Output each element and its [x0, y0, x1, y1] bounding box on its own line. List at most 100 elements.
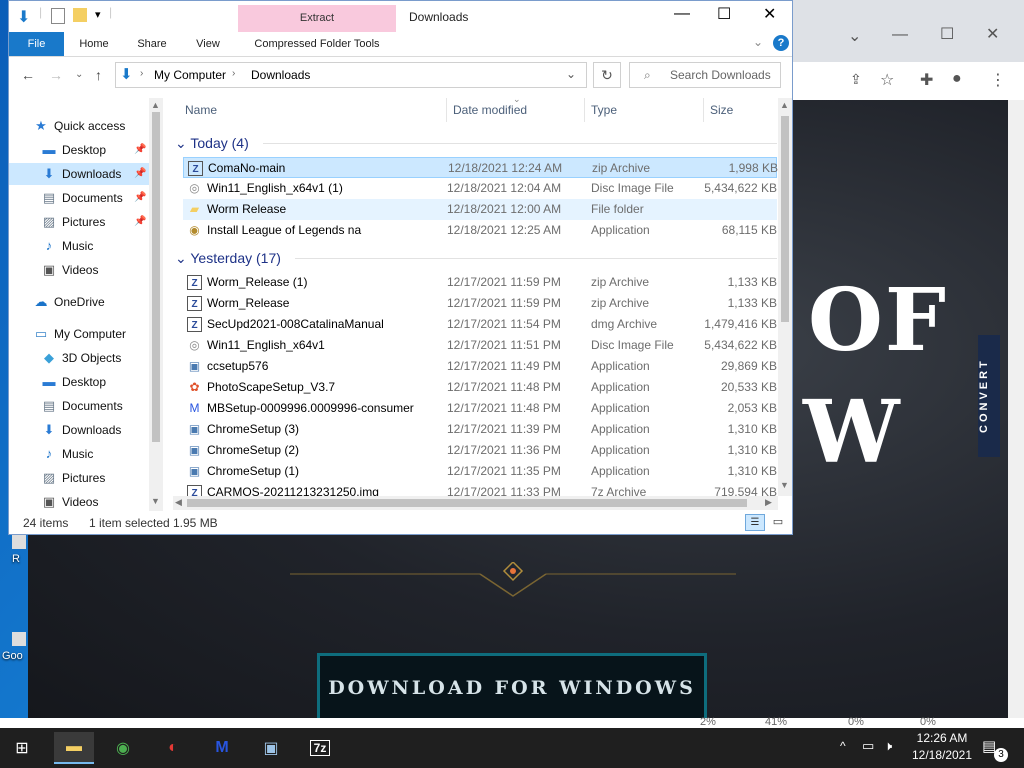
close-icon[interactable]: ✕	[763, 4, 776, 24]
file-row[interactable]: ▣ ccsetup576 12/17/2021 11:49 PM Applicatio…	[183, 356, 777, 377]
file-row[interactable]: ▣ ChromeSetup (2) 12/17/2021 11:36 PM Appli…	[183, 440, 777, 461]
file-row[interactable]: Z SecUpd2021-008CatalinaManual 12/17/2021 …	[183, 314, 777, 335]
sidebar-item-my-computer[interactable]: ▭ My Computer	[9, 323, 149, 345]
sidebar-item-pictures[interactable]: ▨ Pictures 📌	[9, 211, 149, 233]
collapse-chevron-icon[interactable]: ⌄	[175, 135, 190, 151]
file-row[interactable]: Z ComaNo-main 12/18/2021 12:24 AM zip Archi…	[183, 157, 778, 178]
scroll-up-icon[interactable]: ▲	[780, 100, 789, 110]
profile-avatar-icon[interactable]: ●	[952, 70, 962, 88]
group-header[interactable]: ⌄ Today (4)	[175, 132, 249, 154]
minimize-icon[interactable]: —	[674, 5, 690, 23]
breadcrumb-my-computer[interactable]: My Computer	[154, 68, 226, 82]
collapse-chevron-icon[interactable]: ⌄	[175, 250, 190, 266]
sidebar-item-onedrive[interactable]: ☁ OneDrive	[9, 291, 149, 313]
file-explorer-icon[interactable]: ▬	[54, 732, 94, 764]
sidebar-item-desktop[interactable]: ▬ Desktop 📌	[9, 139, 149, 161]
horizontal-scroll-thumb[interactable]	[187, 499, 747, 507]
tab-file[interactable]: File	[9, 32, 64, 56]
tab-compressed-folder-tools[interactable]: Compressed Folder Tools	[238, 32, 396, 56]
file-row[interactable]: Z CARMOS-20211213231250.img 12/17/2021 11:…	[183, 482, 777, 496]
scroll-right-icon[interactable]: ▶	[765, 497, 772, 508]
photos-icon[interactable]: ▣	[251, 732, 291, 764]
file-row[interactable]: ◎ Win11_English_x64v1 (1) 12/18/2021 12:04…	[183, 178, 777, 199]
file-list-vertical-scrollbar[interactable]: ▲ ▼	[778, 98, 792, 496]
file-list-scroll-thumb[interactable]	[781, 116, 789, 322]
ccleaner-icon[interactable]: ◐	[153, 732, 193, 764]
scroll-left-icon[interactable]: ◀	[175, 497, 182, 508]
recent-dropdown-icon[interactable]: ⌄	[75, 69, 83, 80]
back-arrow-icon[interactable]: ←	[21, 67, 35, 83]
file-row[interactable]: ◎ Win11_English_x64v1 12/17/2021 11:51 PM D…	[183, 335, 777, 356]
column-name[interactable]: Name	[185, 98, 217, 122]
large-icons-view-icon[interactable]: ▭	[769, 514, 787, 531]
sidebar-item-downloads[interactable]: ⬇ Downloads	[9, 419, 149, 441]
desktop-shortcut-chrome[interactable]: Goo	[2, 632, 26, 662]
convert-strip[interactable]: CONVERT	[978, 335, 1000, 457]
navigation-scroll-thumb[interactable]	[152, 112, 160, 442]
scroll-up-icon[interactable]: ▲	[151, 100, 160, 110]
sidebar-item-documents[interactable]: ▤ Documents	[9, 395, 149, 417]
sidebar-item-pictures[interactable]: ▨ Pictures	[9, 467, 149, 489]
tab-share[interactable]: Share	[129, 32, 175, 56]
share-icon[interactable]: ⇪	[850, 71, 862, 88]
sidebar-item-music[interactable]: ♪ Music	[9, 443, 149, 465]
group-header[interactable]: ⌄ Yesterday (17)	[175, 247, 281, 269]
scroll-down-icon[interactable]: ▼	[151, 496, 160, 506]
navigation-scrollbar[interactable]: ▲ ▼	[149, 98, 163, 511]
sidebar-item-quick-access[interactable]: ★ Quick access	[9, 115, 149, 137]
file-list-horizontal-scrollbar[interactable]: ◀ ▶	[173, 496, 778, 510]
sidebar-item-3d-objects[interactable]: ◆ 3D Objects	[9, 347, 149, 369]
more-menu-icon[interactable]: ⋮	[990, 70, 1006, 90]
download-for-windows-button[interactable]: DOWNLOAD FOR WINDOWS	[317, 653, 707, 720]
file-row[interactable]: ◉ Install League of Legends na 12/18/2021 …	[183, 220, 777, 241]
new-folder-icon[interactable]	[73, 8, 87, 22]
sidebar-item-videos[interactable]: ▣ Videos	[9, 259, 149, 281]
help-icon[interactable]: ?	[773, 35, 789, 51]
address-dropdown-icon[interactable]: ⌄	[566, 67, 576, 81]
7zip-icon[interactable]: 7z	[300, 732, 340, 764]
sidebar-item-music[interactable]: ♪ Music	[9, 235, 149, 257]
refresh-icon[interactable]: ↻	[593, 62, 621, 88]
browser-scrollbar[interactable]	[1008, 100, 1024, 720]
download-arrow-icon[interactable]: ⬇	[17, 7, 30, 27]
chrome-icon[interactable]: ◉	[103, 732, 143, 764]
address-bar[interactable]: ⬇ › My Computer › Downloads ⌄	[115, 62, 587, 88]
file-row[interactable]: Z Worm_Release (1) 12/17/2021 11:59 PM zip …	[183, 272, 777, 293]
tab-view[interactable]: View	[185, 32, 231, 56]
column-size[interactable]: Size	[703, 98, 733, 122]
ribbon-expand-icon[interactable]: ⌄	[753, 35, 763, 49]
scroll-down-icon[interactable]: ▼	[780, 480, 789, 490]
breadcrumb-downloads[interactable]: Downloads	[251, 68, 310, 82]
desktop-shortcut-recycle[interactable]: R	[12, 535, 26, 565]
start-icon[interactable]: ⊞	[2, 732, 42, 764]
extensions-icon[interactable]: ✚	[920, 70, 933, 90]
maximize-icon[interactable]: ☐	[717, 4, 731, 24]
malwarebytes-icon[interactable]: M	[202, 732, 242, 764]
sidebar-item-documents[interactable]: ▤ Documents 📌	[9, 187, 149, 209]
file-row[interactable]: ▣ ChromeSetup (3) 12/17/2021 11:39 PM Appli…	[183, 419, 777, 440]
file-row[interactable]: Z Worm_Release 12/17/2021 11:59 PM zip Arch…	[183, 293, 777, 314]
forward-arrow-icon[interactable]: →	[49, 67, 63, 83]
qat-dropdown-icon[interactable]: ▾	[95, 8, 101, 21]
minimize-icon[interactable]: —	[892, 26, 908, 44]
network-icon[interactable]: ▭	[862, 738, 874, 754]
details-view-icon[interactable]: ☰	[745, 514, 765, 531]
close-icon[interactable]: ✕	[986, 24, 999, 44]
tab-home[interactable]: Home	[71, 32, 117, 56]
volume-muted-icon[interactable]: 🕨	[884, 738, 892, 754]
search-box[interactable]: ⌕ Search Downloads	[629, 62, 781, 88]
chevron-down-icon[interactable]: ⌄	[848, 26, 861, 46]
bookmark-star-icon[interactable]: ☆	[880, 70, 894, 90]
up-arrow-icon[interactable]: ↑	[95, 67, 102, 83]
file-row[interactable]: ✿ PhotoScapeSetup_V3.7 12/17/2021 11:48 PM…	[183, 377, 777, 398]
system-clock[interactable]: 12:26 AM 12/18/2021	[904, 730, 980, 764]
properties-icon[interactable]	[51, 8, 65, 24]
show-hidden-icons-icon[interactable]: ^	[840, 739, 846, 753]
maximize-icon[interactable]: ☐	[940, 24, 954, 44]
file-row[interactable]: M MBSetup-0009996.0009996-consumer 12/17/2…	[183, 398, 778, 419]
file-row[interactable]: ▰ Worm Release 12/18/2021 12:00 AM File fol…	[183, 199, 777, 220]
sidebar-item-desktop[interactable]: ▬ Desktop	[9, 371, 149, 393]
sidebar-item-downloads[interactable]: ⬇ Downloads 📌	[9, 163, 149, 185]
file-row[interactable]: ▣ ChromeSetup (1) 12/17/2021 11:35 PM Appli…	[183, 461, 777, 482]
sidebar-item-videos[interactable]: ▣ Videos	[9, 491, 149, 513]
